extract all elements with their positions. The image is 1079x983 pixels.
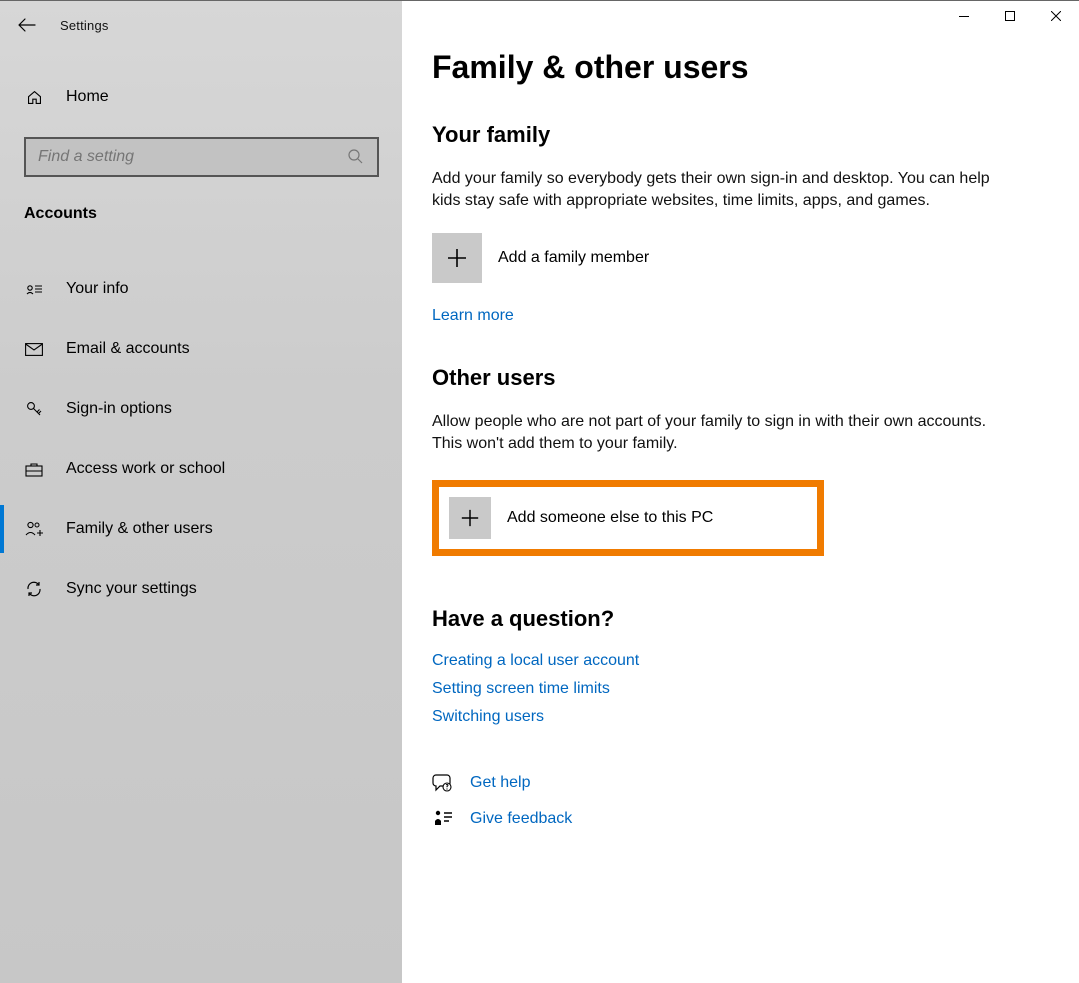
nav-label: Family & other users [66,520,213,538]
app-title: Settings [60,18,109,33]
search-box[interactable] [24,137,379,177]
have-a-question-heading: Have a question? [432,606,1049,632]
nav-list: Your info Email & accounts Sign-in optio… [0,259,402,619]
your-family-heading: Your family [432,122,1049,148]
learn-more-link[interactable]: Learn more [432,307,514,325]
nav-signin-options[interactable]: Sign-in options [0,379,402,439]
user-card-icon [24,279,44,299]
nav-label: Access work or school [66,460,225,478]
maximize-button[interactable] [987,1,1033,31]
other-users-heading: Other users [432,365,1049,391]
add-other-label: Add someone else to this PC [507,509,713,527]
footer-links: Get help Give feedback [432,772,1049,864]
your-family-description: Add your family so everybody gets their … [432,168,992,213]
other-users-section: Other users Allow people who are not par… [432,365,1049,556]
feedback-icon [432,808,454,830]
add-other-user-button[interactable]: Add someone else to this PC [449,497,805,539]
search-wrap [0,121,402,181]
close-icon [1051,11,1061,21]
minimize-button[interactable] [941,1,987,31]
main-panel: Family & other users Your family Add you… [402,1,1079,983]
search-icon [347,148,365,166]
nav-sync-settings[interactable]: Sync your settings [0,559,402,619]
home-button[interactable]: Home [0,73,402,121]
mail-icon [24,339,44,359]
key-icon [24,399,44,419]
help-link-create-local-user[interactable]: Creating a local user account [432,652,1049,670]
search-input[interactable] [38,148,347,166]
home-label: Home [66,88,109,106]
settings-window: Settings Home Accounts Your info [0,1,1079,983]
nav-label: Sign-in options [66,400,172,418]
nav-email-accounts[interactable]: Email & accounts [0,319,402,379]
add-family-member-button[interactable]: Add a family member [432,233,1049,283]
plus-icon [449,497,491,539]
sidebar-section-title: Accounts [0,181,402,229]
close-button[interactable] [1033,1,1079,31]
help-link-screen-time[interactable]: Setting screen time limits [432,680,1049,698]
maximize-icon [1005,11,1015,21]
help-links: Creating a local user account Setting sc… [432,652,1049,726]
get-help-link[interactable]: Get help [470,774,530,792]
briefcase-icon [24,459,44,479]
highlight-add-other-user: Add someone else to this PC [432,480,824,556]
sync-icon [24,579,44,599]
sidebar: Settings Home Accounts Your info [0,1,402,983]
give-feedback-link[interactable]: Give feedback [470,810,572,828]
nav-family-other-users[interactable]: Family & other users [0,499,402,559]
minimize-icon [959,16,969,17]
nav-label: Your info [66,280,129,298]
help-link-switching-users[interactable]: Switching users [432,708,1049,726]
have-a-question-section: Have a question? Creating a local user a… [432,606,1049,726]
your-family-section: Your family Add your family so everybody… [432,122,1049,325]
people-add-icon [24,519,44,539]
page-title: Family & other users [432,49,1049,86]
nav-your-info[interactable]: Your info [0,259,402,319]
nav-access-work-school[interactable]: Access work or school [0,439,402,499]
arrow-left-icon [18,18,36,32]
sidebar-header: Settings [0,3,402,47]
titlebar-controls [941,1,1079,31]
chat-help-icon [432,772,454,794]
home-icon [24,89,44,106]
nav-label: Email & accounts [66,340,190,358]
get-help-row[interactable]: Get help [432,772,1049,794]
other-users-description: Allow people who are not part of your fa… [432,411,992,456]
plus-icon [432,233,482,283]
nav-label: Sync your settings [66,580,197,598]
add-family-label: Add a family member [498,249,649,267]
back-button[interactable] [16,14,38,36]
give-feedback-row[interactable]: Give feedback [432,808,1049,830]
